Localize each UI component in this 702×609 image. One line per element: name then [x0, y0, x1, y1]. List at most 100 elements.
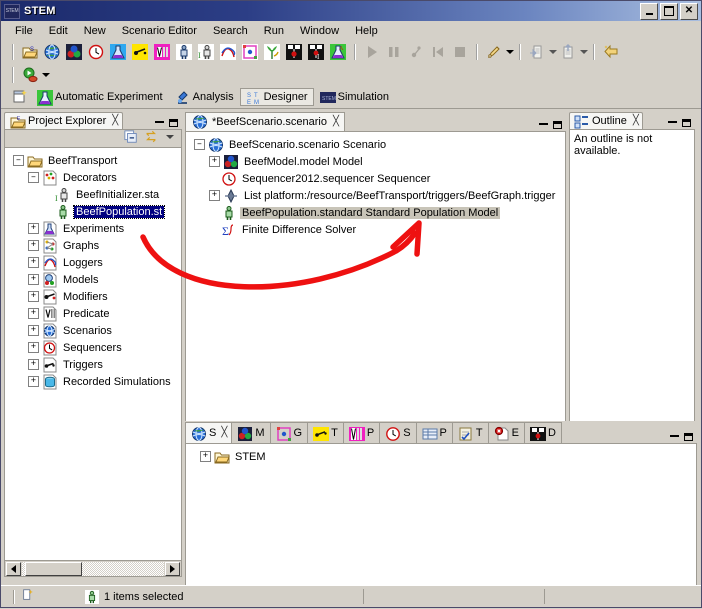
run-configuration-dropdown[interactable]	[505, 41, 514, 63]
expander[interactable]: +	[28, 291, 39, 302]
bottom-tab-properties[interactable]: P	[415, 422, 453, 443]
perspective-simulation[interactable]: STEM Simulation	[314, 88, 395, 106]
run-configuration-icon[interactable]	[483, 41, 505, 63]
tab-outline[interactable]: Outline ╳	[569, 112, 643, 129]
pause-icon[interactable]	[383, 41, 405, 63]
trigger-icon[interactable]	[129, 41, 151, 63]
tree-item-beefpopulation[interactable]: BeefPopulation.st	[9, 203, 179, 220]
expander[interactable]: +	[200, 451, 211, 462]
tree-item-list-platform-trigger[interactable]: + List platform:/resource/BeefTransport/…	[190, 187, 563, 204]
menu-search[interactable]: Search	[205, 23, 256, 39]
plant-icon[interactable]	[261, 41, 283, 63]
tree-item-loggers[interactable]: + Loggers	[9, 254, 179, 271]
view-minimize-icon[interactable]	[155, 121, 164, 123]
menu-window[interactable]: Window	[292, 23, 347, 39]
bottom-tab-error-log[interactable]: E	[487, 422, 525, 443]
tree-item-predicate[interactable]: + Predicate	[9, 305, 179, 322]
expander[interactable]: +	[28, 325, 39, 336]
scroll-thumb[interactable]	[24, 561, 82, 576]
import-dropdown[interactable]	[548, 41, 557, 63]
menu-scenario-editor[interactable]: Scenario Editor	[114, 23, 205, 39]
bottom-tab-scenarios[interactable]: S ╳	[185, 422, 233, 443]
experiment-flask-icon[interactable]	[107, 41, 129, 63]
tree-item-scenarios[interactable]: + Scenarios	[9, 322, 179, 339]
outline-maximize-icon[interactable]	[682, 119, 691, 127]
expander[interactable]: +	[28, 376, 39, 387]
decorator-initializer-icon[interactable]: I	[305, 41, 327, 63]
bottom-minimize-icon[interactable]	[670, 435, 679, 437]
tree-item-recorded-simulations[interactable]: + Recorded Simulations	[9, 373, 179, 390]
tree-item-triggers[interactable]: + Triggers	[9, 356, 179, 373]
tree-item-models[interactable]: + Models	[9, 271, 179, 288]
project-explorer-hscrollbar[interactable]	[5, 560, 181, 576]
bottom-tab-sequencers[interactable]: S	[379, 422, 417, 443]
new-item-icon[interactable]	[21, 588, 35, 605]
menu-help[interactable]: Help	[347, 23, 386, 39]
tab-beefscenario[interactable]: *BeefScenario.scenario ╳	[185, 112, 345, 131]
step-icon[interactable]	[405, 41, 427, 63]
run-play-icon[interactable]	[361, 41, 383, 63]
expander[interactable]: +	[28, 223, 39, 234]
close-icon[interactable]: ╳	[112, 116, 118, 126]
view-menu-icon[interactable]	[164, 131, 176, 146]
editor-maximize-icon[interactable]	[553, 121, 562, 129]
logger-icon[interactable]	[217, 41, 239, 63]
editor-minimize-icon[interactable]	[539, 123, 548, 125]
tree-item-beefinitializer[interactable]: I BeefInitializer.sta	[9, 186, 179, 203]
expander[interactable]: +	[28, 342, 39, 353]
model-icon[interactable]	[63, 41, 85, 63]
close-button[interactable]: ✕	[680, 2, 698, 20]
run-stem-dropdown[interactable]	[41, 64, 50, 86]
menu-new[interactable]: New	[76, 23, 114, 39]
scroll-track[interactable]	[22, 561, 164, 576]
expander[interactable]: –	[194, 139, 205, 150]
tree-item-beefscenario-root[interactable]: – BeefScenario.scenario Scenario	[190, 136, 563, 153]
decorator-icon[interactable]	[283, 41, 305, 63]
reset-icon[interactable]	[427, 41, 449, 63]
population-initializer-icon[interactable]: I	[195, 41, 217, 63]
view-maximize-icon[interactable]	[169, 119, 178, 127]
globe-icon[interactable]	[41, 41, 63, 63]
import-icon[interactable]	[526, 41, 548, 63]
close-icon[interactable]: ╳	[633, 116, 639, 126]
tab-project-explorer[interactable]: E Project Explorer ╳	[4, 112, 124, 129]
tree-item-sequencer2012[interactable]: Sequencer2012.sequencer Sequencer	[190, 170, 563, 187]
expander[interactable]: +	[28, 308, 39, 319]
export-dropdown[interactable]	[579, 41, 588, 63]
expander[interactable]: +	[209, 156, 220, 167]
menu-run[interactable]: Run	[256, 23, 292, 39]
expander[interactable]: +	[209, 190, 220, 201]
collapse-all-icon[interactable]	[124, 130, 138, 147]
stop-icon[interactable]	[449, 41, 471, 63]
tree-item-beeftransport[interactable]: – BeefTransport	[9, 152, 179, 169]
minimize-button[interactable]	[640, 2, 658, 20]
bottom-maximize-icon[interactable]	[684, 433, 693, 441]
new-wizard-icon[interactable]	[9, 86, 31, 108]
expander[interactable]: +	[28, 274, 39, 285]
expander[interactable]: –	[13, 155, 24, 166]
close-icon[interactable]: ╳	[333, 117, 339, 127]
population-icon[interactable]	[173, 41, 195, 63]
tree-item-finite-difference-solver[interactable]: Σ Finite Difference Solver	[190, 221, 563, 238]
automatic-experiment-icon[interactable]: A	[327, 41, 349, 63]
bottom-tab-triggers[interactable]: T	[307, 422, 344, 443]
outline-minimize-icon[interactable]	[668, 121, 677, 123]
menu-file[interactable]: File	[7, 23, 41, 39]
bottom-tab-graphs[interactable]: G	[269, 422, 309, 443]
scroll-left-button[interactable]	[6, 561, 21, 576]
tree-item-beefpopulation-standard[interactable]: BeefPopulation.standard Standard Populat…	[190, 204, 563, 221]
tree-item-beefmodel[interactable]: + BeefModel.model Model	[190, 153, 563, 170]
tree-item-stem[interactable]: + STEM	[190, 448, 694, 465]
menu-edit[interactable]: Edit	[41, 23, 76, 39]
bottom-tab-predicates[interactable]: P	[342, 422, 381, 443]
scroll-right-button[interactable]	[165, 561, 180, 576]
close-icon[interactable]: ╳	[221, 428, 227, 438]
maximize-button[interactable]	[660, 2, 678, 20]
tree-item-modifiers[interactable]: + Modifiers	[9, 288, 179, 305]
expander[interactable]: –	[28, 172, 39, 183]
bottom-tab-models[interactable]: M	[231, 422, 271, 443]
perspective-analysis[interactable]: Analysis	[169, 88, 240, 106]
bottom-tab-decorators[interactable]: D	[523, 422, 562, 443]
expander[interactable]: +	[28, 257, 39, 268]
perspective-automatic-experiment[interactable]: Automatic Experiment	[31, 88, 169, 106]
